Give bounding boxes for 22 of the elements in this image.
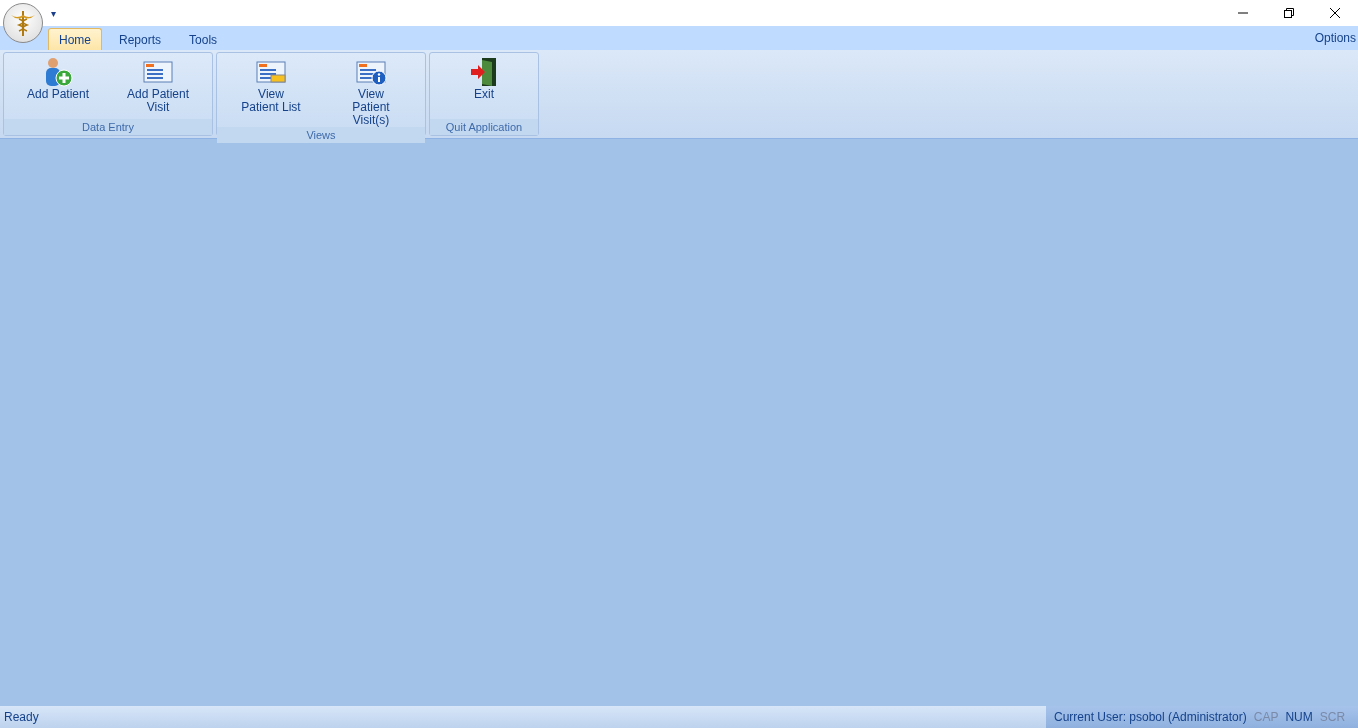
ribbon-button[interactable]: Exit [434, 53, 534, 119]
caduceus-icon [10, 9, 36, 37]
restore-icon[interactable] [1284, 8, 1294, 18]
ribbon-button[interactable]: View Patient Visit(s) [321, 53, 421, 127]
app-menu-button[interactable] [3, 3, 43, 43]
ribbon-tab[interactable]: Reports [108, 28, 173, 50]
group-label: Quit Application [430, 119, 538, 135]
key-indicator: NUM [1285, 710, 1313, 724]
ribbon-button[interactable]: View Patient List [221, 53, 321, 127]
ribbon-button[interactable]: Add Patient [8, 53, 108, 119]
quick-access-menu[interactable]: ▾ [51, 7, 56, 19]
ribbon-button[interactable]: Add Patient Visit [108, 53, 208, 119]
key-indicator: SCR [1319, 710, 1346, 724]
group-label: Views [217, 127, 425, 143]
current-user-label: Current User: psobol (Administrator) [1054, 710, 1247, 724]
options-link[interactable]: Options [1314, 31, 1356, 45]
close-icon[interactable] [1330, 8, 1340, 18]
status-message: Ready [3, 710, 39, 724]
group-label: Data Entry [4, 119, 212, 135]
ribbon-tab[interactable]: Home [48, 28, 102, 50]
key-indicator: CAP [1253, 710, 1279, 724]
ribbon-tab[interactable]: Tools [178, 28, 229, 50]
